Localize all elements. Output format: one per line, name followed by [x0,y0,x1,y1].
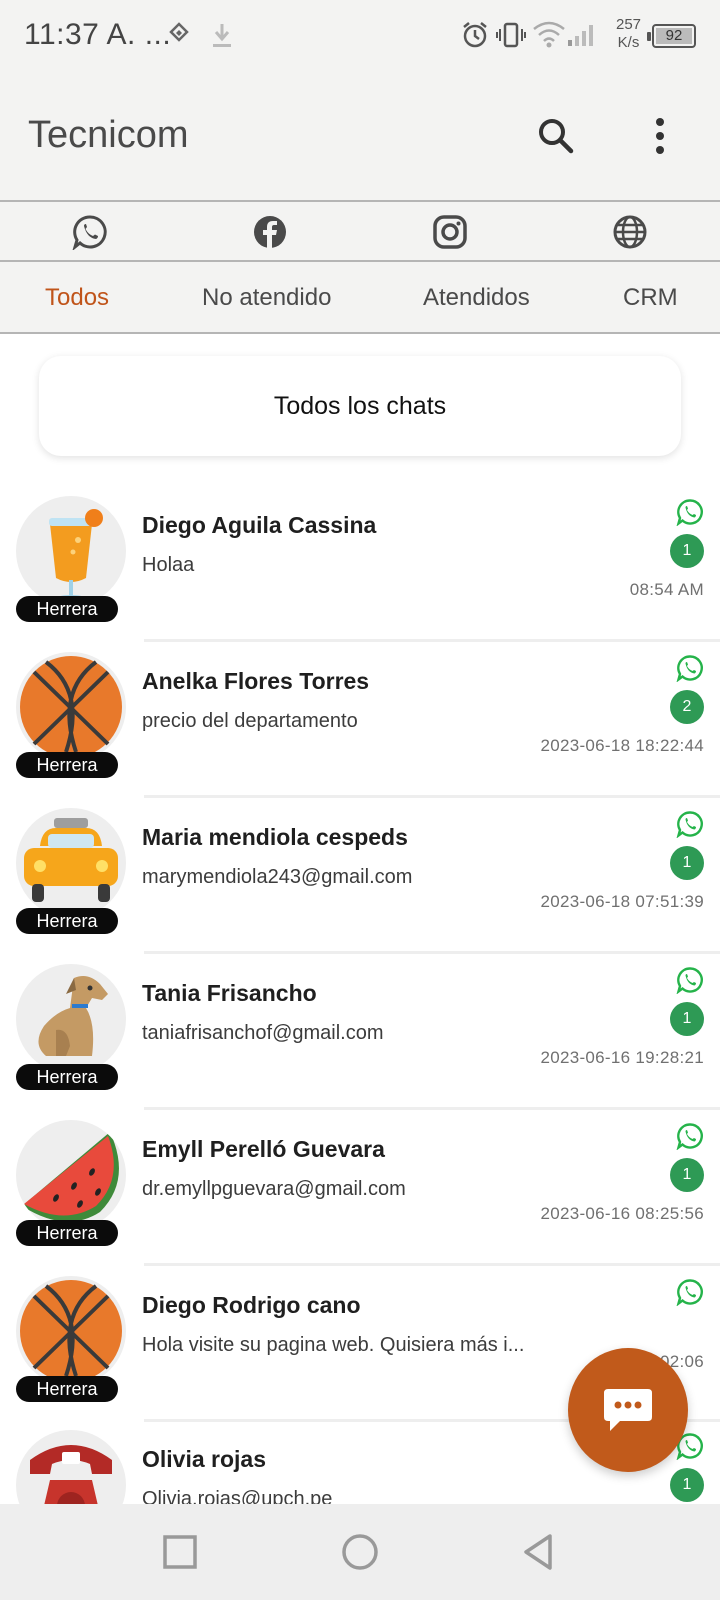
drink-avatar [16,496,126,606]
basketball-avatar [16,652,126,762]
last-message: marymendiola243@gmail.com [142,866,413,888]
message-time: 2023-06-16 08:25:56 [540,1204,704,1223]
whatsapp-icon [676,1123,703,1150]
alarm-icon [463,22,487,48]
message-time: 2023-06-16 19:28:21 [540,1048,704,1067]
search-icon[interactable] [532,112,580,160]
message-time: 08:54 AM [629,580,704,599]
agent-tag: Herrera [16,1376,118,1402]
whatsapp-icon [676,499,703,526]
tab-todos[interactable]: Todos [45,284,109,312]
filter-label: Todos los chats [273,391,447,420]
speed-unit: K/s [617,34,640,51]
chat-row[interactable]: Herrera Maria mendiola cespeds marymendi… [0,798,720,954]
whatsapp-icon [676,811,703,838]
tab-atendidos[interactable]: Atendidos [423,284,530,312]
chat-row[interactable]: Herrera Emyll Perelló Guevara dr.emyllpg… [0,1110,720,1266]
recents-icon[interactable] [160,1532,200,1572]
home-icon[interactable] [340,1532,380,1572]
whatsapp-icon [676,967,703,994]
agent-tag: Herrera [16,908,118,934]
contact-name: Anelka Flores Torres [142,668,370,694]
speed-value: 257 [616,16,642,33]
app-screen: 11:37 A. ... 257 K/s 92 Tecnicom Todos N… [0,0,720,1600]
instagram-icon[interactable] [432,214,468,250]
taxi-avatar [16,808,126,918]
download-icon [213,24,231,47]
network-speed: 257 K/s [616,16,641,52]
contact-name: Diego Aguila Cassina [142,512,377,538]
unread-badge: 1 [670,534,704,568]
contact-name: Maria mendiola cespeds [142,824,408,850]
app-bar: Tecnicom [0,72,720,200]
agent-tag: Herrera [16,752,118,778]
wifi-icon [533,21,565,48]
message-time: 2023-06-18 18:22:44 [540,736,704,755]
contact-name: Emyll Perelló Guevara [142,1136,385,1162]
new-chat-button[interactable] [568,1348,688,1472]
battery-level: 92 [665,27,683,44]
unread-badge: 1 [670,1468,704,1502]
last-message: taniafrisanchof@gmail.com [142,1022,384,1044]
watermelon-avatar [16,1120,126,1230]
chat-row[interactable]: Herrera Anelka Flores Torres precio del … [0,642,720,798]
agent-tag: Herrera [16,1064,118,1090]
contact-name: Diego Rodrigo cano [142,1292,361,1318]
chat-row[interactable]: Herrera Tania Frisancho taniafrisanchof@… [0,954,720,1110]
message-time: 2023-06-18 07:51:39 [540,892,704,911]
last-message: precio del departamento [142,710,358,732]
basketball-avatar [16,1276,126,1386]
channel-filter-bar [0,200,720,262]
more-vert-icon[interactable] [636,112,684,160]
vibrate-icon [496,22,526,48]
chat-filter-selector[interactable]: Todos los chats [39,356,681,456]
unread-badge: 1 [670,1002,704,1036]
status-time: 11:37 A. ... [24,18,172,51]
last-message: Holaa [142,554,195,576]
facebook-icon[interactable] [252,214,288,250]
system-nav-bar [0,1504,720,1600]
tab-no-atendido[interactable]: No atendido [202,284,331,312]
contact-name: Tania Frisancho [142,980,317,1006]
battery-icon: 92 [647,24,696,48]
unread-badge: 2 [670,690,704,724]
whatsapp-icon[interactable] [72,214,108,250]
chat-row[interactable]: Herrera Diego Aguila Cassina Holaa 1 08:… [0,486,720,642]
contact-name: Olivia rojas [142,1446,267,1472]
signal-icon [568,25,593,46]
status-bar: 11:37 A. ... 257 K/s 92 [0,0,720,72]
agent-tag: Herrera [16,596,118,622]
chat-bubble-icon [604,1389,652,1431]
back-icon[interactable] [518,1532,558,1572]
unread-badge: 1 [670,846,704,880]
agent-tag: Herrera [16,1220,118,1246]
whatsapp-icon [676,1279,703,1306]
web-globe-icon[interactable] [612,214,648,250]
status-tabs: Todos No atendido Atendidos CRM [0,262,720,334]
dog-avatar [16,964,126,1074]
unread-badge: 1 [670,1158,704,1192]
last-message: Hola visite su pagina web. Quisiera más … [142,1334,525,1356]
location-icon [169,22,189,42]
last-message: dr.emyllpguevara@gmail.com [142,1178,406,1200]
whatsapp-icon [676,655,703,682]
tab-crm[interactable]: CRM [623,284,678,312]
app-title: Tecnicom [28,114,189,156]
